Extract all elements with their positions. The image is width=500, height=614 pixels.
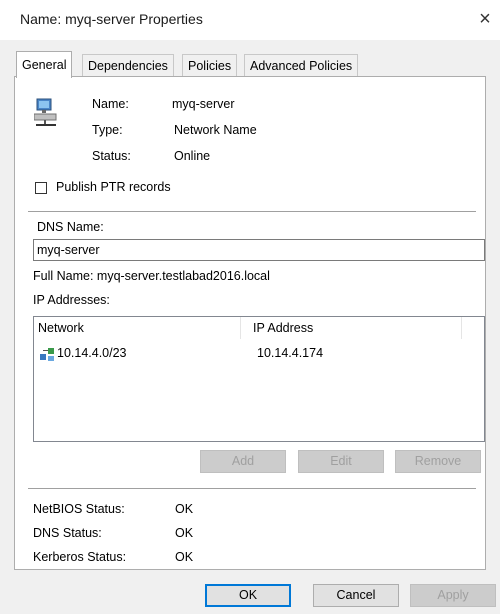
type-label: Type: bbox=[92, 123, 123, 137]
close-icon[interactable]: × bbox=[474, 6, 496, 32]
network-icon bbox=[39, 346, 55, 362]
tab-advanced-policies[interactable]: Advanced Policies bbox=[244, 54, 359, 76]
separator bbox=[28, 488, 476, 489]
window-title: Name: myq-server Properties bbox=[20, 11, 203, 27]
tab-dependencies[interactable]: Dependencies bbox=[82, 54, 174, 76]
cancel-button[interactable]: Cancel bbox=[313, 584, 399, 607]
kerberos-status-value: OK bbox=[175, 550, 194, 564]
dns-status-value: OK bbox=[175, 526, 194, 540]
column-header-ip-address[interactable]: IP Address bbox=[249, 317, 461, 339]
tab-policies[interactable]: Policies bbox=[182, 54, 238, 76]
name-label: Name: bbox=[92, 97, 129, 111]
kerberos-status-label: Kerberos Status: bbox=[33, 550, 127, 564]
ip-row-network: 10.14.4.0/23 bbox=[57, 346, 127, 360]
dns-status-label: DNS Status: bbox=[33, 526, 102, 540]
publish-ptr-label: Publish PTR records bbox=[56, 180, 171, 194]
column-divider[interactable] bbox=[461, 317, 462, 339]
dns-name-label: DNS Name: bbox=[37, 220, 104, 234]
column-divider[interactable] bbox=[240, 317, 241, 339]
netbios-status-label: NetBIOS Status: bbox=[33, 502, 125, 516]
ip-addresses-label: IP Addresses: bbox=[33, 293, 110, 307]
name-value: myq-server bbox=[172, 97, 235, 111]
publish-ptr-checkbox[interactable] bbox=[35, 182, 47, 194]
apply-button[interactable]: Apply bbox=[410, 584, 496, 607]
netbios-status-value: OK bbox=[175, 502, 194, 516]
remove-button[interactable]: Remove bbox=[395, 450, 481, 473]
status-value: Online bbox=[174, 149, 211, 163]
table-row[interactable]: 10.14.4.0/23 10.14.4.174 bbox=[34, 344, 484, 364]
ip-row-address: 10.14.4.174 bbox=[257, 346, 324, 360]
add-button[interactable]: Add bbox=[200, 450, 286, 473]
ok-button[interactable]: OK bbox=[205, 584, 291, 607]
column-header-network[interactable]: Network bbox=[34, 317, 240, 339]
network-name-resource-icon bbox=[33, 97, 60, 127]
status-label: Status: bbox=[92, 149, 131, 163]
ip-address-list[interactable]: Network IP Address 10.14.4.0/23 10.14.4.… bbox=[33, 316, 485, 442]
type-value: Network Name bbox=[174, 123, 257, 137]
separator bbox=[28, 211, 476, 212]
edit-button[interactable]: Edit bbox=[298, 450, 384, 473]
full-name-text: Full Name: myq-server.testlabad2016.loca… bbox=[33, 269, 270, 283]
dns-name-input[interactable]: myq-server bbox=[33, 239, 485, 261]
tab-general[interactable]: General bbox=[16, 51, 73, 78]
